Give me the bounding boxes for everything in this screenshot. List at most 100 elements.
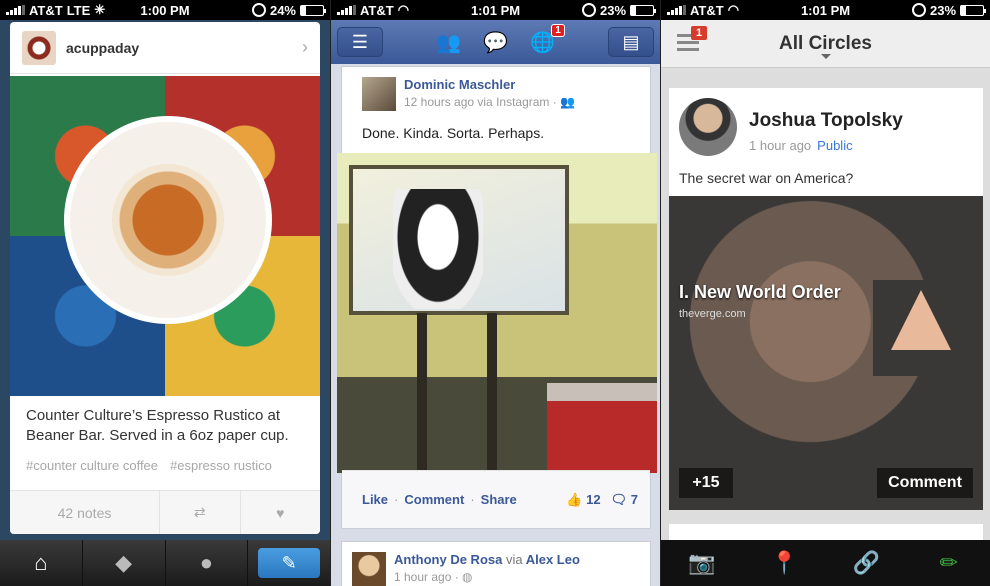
- link-thumbnail: [873, 280, 967, 376]
- notification-badge[interactable]: 1: [691, 26, 708, 40]
- network-label: LTE: [66, 2, 91, 18]
- messages-icon[interactable]: 💬: [483, 30, 508, 55]
- post-username[interactable]: acuppaday: [66, 40, 292, 56]
- globe-icon: ◍: [462, 570, 473, 584]
- post-author[interactable]: Anthony De Rosa: [394, 552, 502, 567]
- post-time: 1 hour ago: [749, 138, 812, 153]
- post-meta: 1 hour ago ·: [394, 570, 463, 584]
- contacts-button[interactable]: ▤: [608, 27, 654, 57]
- carrier-label: AT&T: [29, 2, 63, 18]
- post-text: The secret war on America?: [679, 170, 854, 186]
- share-link[interactable]: Share: [481, 492, 517, 507]
- tag-icon[interactable]: ◆: [83, 540, 166, 586]
- battery-percent: 23%: [929, 2, 957, 18]
- post-header[interactable]: acuppaday ›: [10, 22, 320, 74]
- like-count[interactable]: 👍 12: [566, 492, 600, 508]
- facebook-app-panel: AT&T ◠ 1:01 PM 23% ☰ 👥 💬 🌐 1 ▤ Dominic M…: [330, 0, 660, 586]
- avatar[interactable]: [22, 30, 56, 65]
- home-icon[interactable]: ⌂: [0, 540, 83, 586]
- signal-icon: [337, 5, 356, 15]
- compose-tab[interactable]: ✎: [248, 540, 330, 586]
- post-actions: 42 notes ⇄ ♥: [10, 490, 320, 534]
- post-tags: #counter culture coffee #espresso rustic…: [26, 458, 310, 473]
- post-author[interactable]: Joshua Topolsky: [749, 110, 903, 132]
- plus-one-button[interactable]: +15: [679, 468, 733, 498]
- bottom-toolbar: 📷 📍 🔗 ✏: [661, 540, 990, 586]
- post-photo[interactable]: [10, 76, 320, 396]
- battery-icon: [630, 4, 657, 16]
- status-time: 1:01 PM: [470, 2, 521, 18]
- chevron-right-icon[interactable]: ›: [302, 37, 308, 58]
- link-title[interactable]: I. New World Order: [679, 282, 841, 303]
- coffee-cup-image: [70, 122, 266, 318]
- comment-button[interactable]: Comment: [877, 468, 973, 498]
- dog-painting: [393, 189, 483, 309]
- facebook-next-post: Anthony De Rosa via Alex Leo 1 hour ago …: [341, 541, 651, 586]
- painting-canvas: [349, 165, 569, 315]
- comment-bubble-icon: 🗨: [610, 491, 628, 507]
- link-preview[interactable]: I. New World Order theverge.com +15 Comm…: [669, 196, 983, 510]
- status-bar: AT&T ◠ 1:01 PM 23%: [331, 0, 660, 20]
- account-icon[interactable]: ●: [166, 540, 249, 586]
- tumblr-post-card: acuppaday › Counter Culture’s Espresso R…: [10, 22, 320, 534]
- menu-button[interactable]: ☰: [337, 27, 383, 57]
- red-cabinet: [547, 383, 657, 473]
- like-link[interactable]: Like: [362, 492, 388, 507]
- gplus-header: 1 All Circles: [661, 20, 990, 68]
- avatar[interactable]: [362, 77, 396, 111]
- comment-count[interactable]: 🗨 7: [611, 492, 638, 508]
- via-author[interactable]: Alex Leo: [526, 552, 580, 567]
- status-time: 1:01 PM: [800, 2, 851, 18]
- carrier-label: AT&T: [360, 2, 394, 18]
- loading-icon: ✳: [94, 2, 106, 17]
- rotation-lock-icon: [581, 3, 596, 17]
- link-icon[interactable]: 🔗: [826, 540, 908, 586]
- gplus-post-card: Joshua Topolsky 1 hour ago Public The sec…: [669, 88, 983, 510]
- location-icon[interactable]: 📍: [743, 540, 825, 586]
- notification-badge: 1: [551, 23, 565, 37]
- compose-icon[interactable]: ✎: [258, 548, 321, 578]
- battery-icon: [300, 4, 326, 16]
- status-bar: AT&T LTE ✳ 1:00 PM 24%: [0, 0, 330, 20]
- post-text: Done. Kinda. Sorta. Perhaps.: [362, 125, 545, 141]
- status-bar: AT&T ◠ 1:01 PM 23%: [661, 0, 990, 20]
- avatar[interactable]: [352, 552, 386, 586]
- post-photo[interactable]: [337, 153, 657, 473]
- contacts-icon: ▤: [622, 31, 640, 52]
- post-author[interactable]: Dominic Maschler: [404, 77, 575, 92]
- tag-link[interactable]: #counter culture coffee: [26, 458, 158, 473]
- easel: [397, 313, 517, 473]
- battery-percent: 24%: [269, 2, 296, 18]
- status-time: 1:00 PM: [140, 2, 190, 18]
- gplus-app-panel: AT&T ◠ 1:01 PM 23% 1 All Circles Joshua …: [660, 0, 990, 586]
- avatar[interactable]: [679, 98, 737, 156]
- via-label: via: [505, 552, 523, 567]
- rotation-lock-icon: [911, 3, 926, 17]
- rotation-lock-icon: [251, 3, 266, 17]
- friend-requests-icon[interactable]: 👥: [436, 30, 461, 55]
- tag-link[interactable]: #espresso rustico: [170, 458, 272, 473]
- comment-link[interactable]: Comment: [404, 492, 464, 507]
- visibility-link[interactable]: Public: [817, 138, 852, 153]
- pencil-icon[interactable]: ✏: [908, 540, 990, 586]
- notes-button[interactable]: 42 notes: [10, 491, 160, 534]
- heart-icon[interactable]: ♥: [241, 491, 321, 534]
- hamburger-icon: ☰: [351, 31, 369, 52]
- notifications-icon[interactable]: 🌐 1: [530, 23, 565, 55]
- thumbs-up-icon: 👍: [566, 491, 583, 507]
- battery-percent: 23%: [599, 2, 627, 18]
- reblog-icon[interactable]: ⇄: [160, 491, 241, 534]
- post-meta: 12 hours ago via Instagram ·: [404, 95, 561, 109]
- post-actions: Like · Comment · Share 👍 12 🗨 7: [342, 470, 650, 528]
- chevron-down-icon[interactable]: [821, 54, 831, 59]
- wifi-icon: ◠: [727, 2, 740, 17]
- circles-selector[interactable]: All Circles: [779, 33, 872, 55]
- link-source: theverge.com: [679, 308, 746, 320]
- signal-icon: [6, 5, 25, 15]
- facebook-nav-bar: ☰ 👥 💬 🌐 1 ▤: [331, 20, 660, 64]
- tab-bar: ⌂ ◆ ● ✎: [0, 540, 330, 586]
- friends-audience-icon: 👥: [560, 95, 576, 109]
- camera-icon[interactable]: 📷: [661, 540, 743, 586]
- facebook-post-card: Dominic Maschler 12 hours ago via Instag…: [337, 66, 657, 529]
- tumblr-app-panel: AT&T LTE ✳ 1:00 PM 24% acuppaday › Count…: [0, 0, 330, 586]
